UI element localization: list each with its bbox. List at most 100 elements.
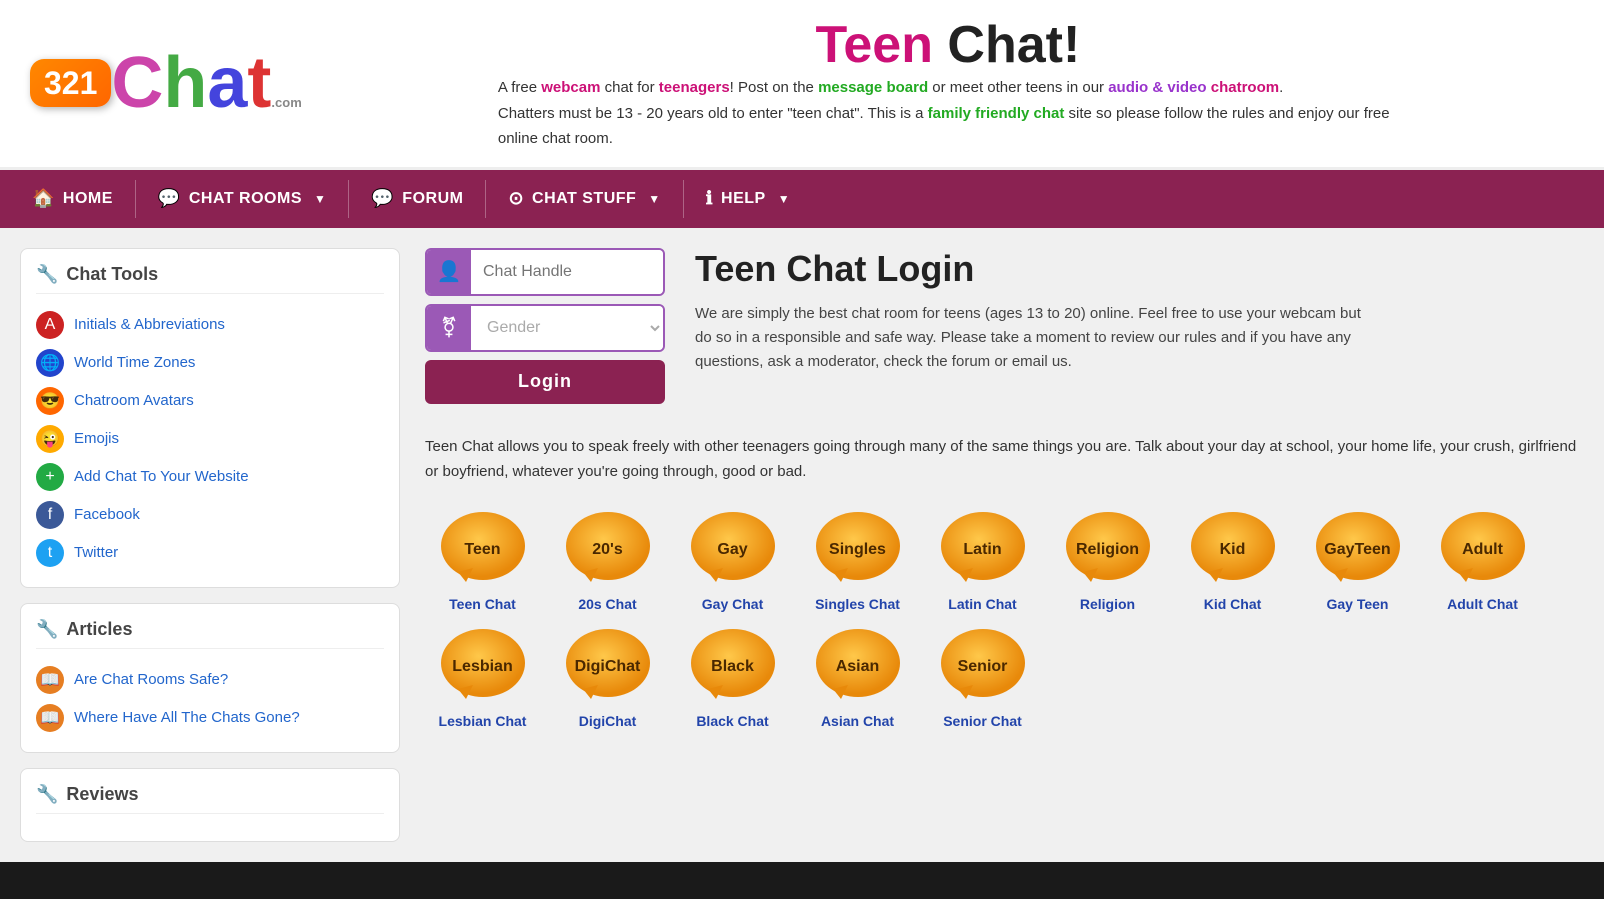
- sidebar-link-avatars[interactable]: 😎 Chatroom Avatars: [36, 382, 384, 420]
- chat-room-label[interactable]: Gay Chat: [702, 596, 763, 612]
- nav-chat-rooms-label: CHAT ROOMS: [189, 190, 302, 208]
- chat-room-label[interactable]: Asian Chat: [821, 713, 894, 729]
- chat-room-item[interactable]: Teen Teen Chat: [425, 510, 540, 612]
- chat-bubble: Gay: [688, 510, 778, 590]
- header-description: A free webcam chat for teenagers! Post o…: [498, 75, 1398, 152]
- logo[interactable]: 321 Chat.com: [30, 47, 302, 119]
- sidebar-link-safe[interactable]: 📖 Are Chat Rooms Safe?: [36, 661, 384, 699]
- chat-room-item[interactable]: Black Black Chat: [675, 627, 790, 729]
- chat-stuff-arrow: ▼: [648, 192, 660, 206]
- chat-room-label[interactable]: DigiChat: [579, 713, 637, 729]
- chat-bubble-text: Adult: [1462, 540, 1503, 559]
- chat-room-item[interactable]: Adult Adult Chat: [1425, 510, 1540, 612]
- chat-tools-label: Chat Tools: [66, 264, 158, 285]
- forum-icon: 💬: [371, 188, 394, 209]
- nav-help[interactable]: ℹ HELP ▼: [684, 170, 812, 228]
- sidebar-link-timezones[interactable]: 🌐 World Time Zones: [36, 344, 384, 382]
- chat-room-label[interactable]: Kid Chat: [1204, 596, 1262, 612]
- safe-icon: 📖: [36, 666, 64, 694]
- sidebar: 🔧 Chat Tools A Initials & Abbreviations …: [20, 248, 400, 842]
- login-desc: We are simply the best chat room for tee…: [695, 302, 1375, 374]
- chat-bubble: Religion: [1063, 510, 1153, 590]
- chat-room-item[interactable]: 20's 20s Chat: [550, 510, 665, 612]
- chat-handle-input[interactable]: [471, 250, 665, 294]
- desc-mid3: or meet other teens in our: [928, 79, 1108, 96]
- add-chat-icon: +: [36, 463, 64, 491]
- nav-chat-rooms[interactable]: 💬 CHAT ROOMS ▼: [136, 170, 348, 228]
- chat-rooms-icon: 💬: [158, 188, 181, 209]
- login-form: 👤 ⚧ Gender Male Female Other Login: [425, 248, 665, 404]
- sidebar-add-chat-label: Add Chat To Your Website: [74, 468, 249, 485]
- sidebar-link-gone[interactable]: 📖 Where Have All The Chats Gone?: [36, 699, 384, 737]
- sidebar-gone-label: Where Have All The Chats Gone?: [74, 709, 300, 726]
- logo-a: a: [207, 47, 247, 119]
- chat-room-label[interactable]: Singles Chat: [815, 596, 900, 612]
- chat-room-label[interactable]: 20s Chat: [578, 596, 636, 612]
- nav-forum[interactable]: 💬 FORUM: [349, 170, 485, 228]
- chat-bubble: 20's: [563, 510, 653, 590]
- nav-chat-stuff[interactable]: ⊙ CHAT STUFF ▼: [486, 170, 682, 228]
- sidebar-avatars-label: Chatroom Avatars: [74, 392, 194, 409]
- chat-room-item[interactable]: Gay Gay Chat: [675, 510, 790, 612]
- chat-room-item[interactable]: Lesbian Lesbian Chat: [425, 627, 540, 729]
- chat-room-item[interactable]: Religion Religion: [1050, 510, 1165, 612]
- articles-label: Articles: [66, 619, 132, 640]
- chat-bubble: Asian: [813, 627, 903, 707]
- chat-room-item[interactable]: Senior Senior Chat: [925, 627, 1040, 729]
- chat-bubble: Kid: [1188, 510, 1278, 590]
- sidebar-link-facebook[interactable]: f Facebook: [36, 496, 384, 534]
- title-chat: Chat!: [933, 16, 1080, 74]
- chat-room-label[interactable]: Lesbian Chat: [439, 713, 527, 729]
- chat-room-item[interactable]: Singles Singles Chat: [800, 510, 915, 612]
- chat-bubble: Senior: [938, 627, 1028, 707]
- logo-c: C: [111, 47, 163, 119]
- chat-bubble-text: Black: [711, 657, 754, 676]
- chat-bubble: Teen: [438, 510, 528, 590]
- sidebar-link-add-chat[interactable]: + Add Chat To Your Website: [36, 458, 384, 496]
- desc-audio-video[interactable]: audio & video: [1108, 79, 1206, 96]
- chat-room-label[interactable]: Religion: [1080, 596, 1135, 612]
- chat-bubble-text: Singles: [829, 540, 886, 559]
- chat-room-label[interactable]: Teen Chat: [449, 596, 516, 612]
- desc-mid2: ! Post on the: [730, 79, 818, 96]
- site-header: 321 Chat.com Teen Chat! A free webcam ch…: [0, 0, 1604, 170]
- desc-webcam[interactable]: webcam: [541, 79, 600, 96]
- sidebar-link-initials[interactable]: A Initials & Abbreviations: [36, 306, 384, 344]
- logo-h: h: [163, 47, 207, 119]
- chat-room-item[interactable]: Asian Asian Chat: [800, 627, 915, 729]
- chat-room-label[interactable]: Gay Teen: [1327, 596, 1389, 612]
- desc-message-board[interactable]: message board: [818, 79, 928, 96]
- main-nav: 🏠 HOME 💬 CHAT ROOMS ▼ 💬 FORUM ⊙ CHAT STU…: [0, 170, 1604, 228]
- gender-icon: ⚧: [427, 306, 471, 350]
- help-icon: ℹ: [706, 188, 713, 209]
- desc-chatroom[interactable]: chatroom: [1211, 79, 1279, 96]
- articles-title: 🔧 Articles: [36, 619, 384, 649]
- chat-bubble-text: 20's: [592, 540, 623, 559]
- chat-room-item[interactable]: GayTeen Gay Teen: [1300, 510, 1415, 612]
- chat-bubble-text: Asian: [836, 657, 880, 676]
- sidebar-link-twitter[interactable]: t Twitter: [36, 534, 384, 572]
- chat-room-label[interactable]: Latin Chat: [948, 596, 1016, 612]
- sidebar-link-emojis[interactable]: 😜 Emojis: [36, 420, 384, 458]
- chat-room-item[interactable]: DigiChat DigiChat: [550, 627, 665, 729]
- chat-bubble: Black: [688, 627, 778, 707]
- chat-room-item[interactable]: Latin Latin Chat: [925, 510, 1040, 612]
- login-button[interactable]: Login: [425, 360, 665, 404]
- gender-select[interactable]: Gender Male Female Other: [471, 306, 663, 350]
- chat-rooms-arrow: ▼: [314, 192, 326, 206]
- desc-mid1: chat for: [600, 79, 658, 96]
- chat-room-label[interactable]: Black Chat: [696, 713, 768, 729]
- twitter-icon: t: [36, 539, 64, 567]
- main-description: Teen Chat allows you to speak freely wit…: [425, 434, 1584, 485]
- sidebar-twitter-label: Twitter: [74, 544, 118, 561]
- chat-room-label[interactable]: Senior Chat: [943, 713, 1022, 729]
- chat-bubble-text: Kid: [1220, 540, 1246, 559]
- chat-room-label[interactable]: Adult Chat: [1447, 596, 1518, 612]
- logo-dot-com: .com: [271, 96, 301, 109]
- chat-room-item[interactable]: Kid Kid Chat: [1175, 510, 1290, 612]
- main-content: 🔧 Chat Tools A Initials & Abbreviations …: [0, 228, 1604, 862]
- nav-home[interactable]: 🏠 HOME: [10, 170, 135, 228]
- articles-icon: 🔧: [36, 619, 58, 640]
- desc-teenagers[interactable]: teenagers: [659, 79, 730, 96]
- desc-family-friendly[interactable]: family friendly chat: [928, 105, 1065, 122]
